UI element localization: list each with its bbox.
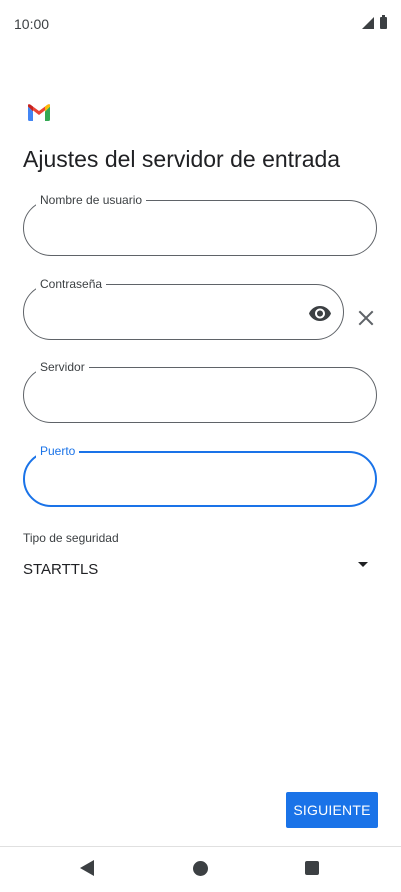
gmail-logo-icon (28, 104, 50, 121)
screen: 10:00 Ajustes del servidor de entrada No… (0, 0, 401, 892)
status-time: 10:00 (14, 16, 50, 32)
security-type-select[interactable]: STARTTLS (23, 558, 373, 584)
status-bar: 10:00 (0, 0, 401, 48)
recents-icon[interactable] (305, 861, 319, 875)
signal-icon (362, 17, 374, 29)
page-title: Ajustes del servidor de entrada (23, 146, 341, 172)
server-input[interactable] (42, 382, 326, 410)
close-icon[interactable] (356, 308, 376, 328)
server-label: Servidor (36, 360, 89, 374)
home-icon[interactable] (193, 861, 208, 876)
port-label: Puerto (36, 444, 80, 458)
security-type-value: STARTTLS (23, 561, 99, 578)
navigation-bar (0, 847, 401, 892)
password-input[interactable] (42, 299, 293, 327)
battery-icon (380, 15, 387, 29)
dropdown-arrow-icon (358, 562, 368, 567)
next-button[interactable]: SIGUIENTE (286, 792, 378, 828)
password-label: Contraseña (36, 277, 107, 291)
status-icons (362, 15, 387, 29)
password-field[interactable]: Contraseña (23, 277, 344, 340)
server-field[interactable]: Servidor (23, 360, 377, 423)
username-input[interactable] (42, 215, 326, 243)
back-icon[interactable] (80, 860, 94, 876)
port-field[interactable]: Puerto (23, 444, 377, 507)
eye-icon[interactable] (308, 301, 332, 325)
security-type-label: Tipo de seguridad (23, 531, 119, 545)
username-field[interactable]: Nombre de usuario (23, 193, 377, 256)
username-label: Nombre de usuario (36, 193, 147, 207)
port-input[interactable] (43, 467, 325, 495)
